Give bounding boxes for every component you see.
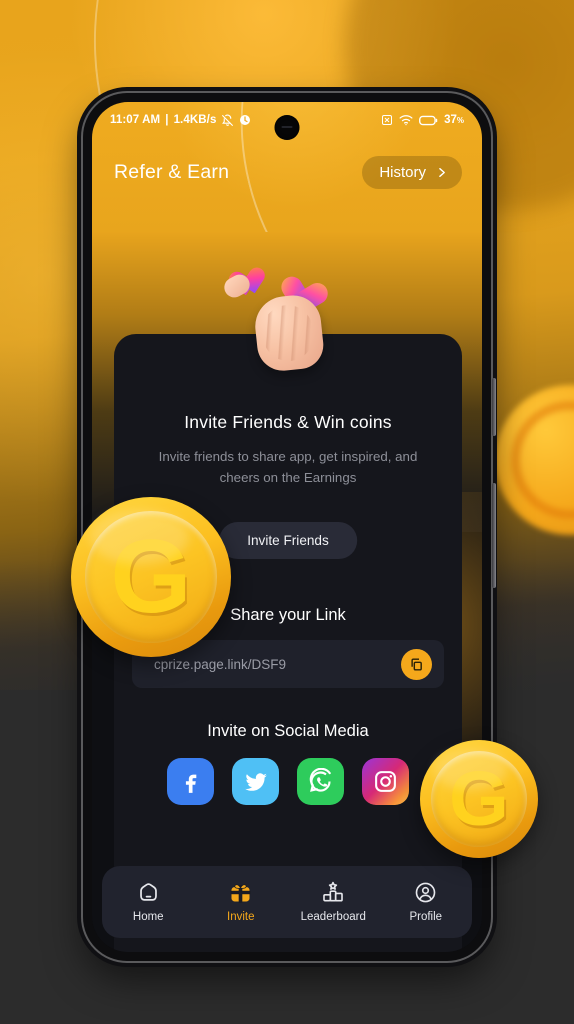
wifi-icon xyxy=(399,114,413,126)
social-buttons-row xyxy=(114,758,462,805)
coin-gloss xyxy=(90,509,190,565)
bottom-navigation-bar: Home Invite Leaderboard Profile xyxy=(102,866,472,938)
card-title: Invite Friends & Win coins xyxy=(184,412,392,432)
chevron-right-icon xyxy=(435,165,448,180)
phone-volume-button[interactable] xyxy=(492,483,496,588)
facebook-share-button[interactable] xyxy=(167,758,214,805)
instagram-share-button[interactable] xyxy=(362,758,409,805)
status-bar-right: 37% xyxy=(381,114,464,126)
nav-item-home[interactable]: Home xyxy=(107,881,189,923)
status-bar-left: 11:07 AM | 1.4KB/s xyxy=(110,114,251,127)
battery-icon xyxy=(419,115,438,126)
nav-label-invite: Invite xyxy=(227,911,255,923)
gift-icon xyxy=(229,881,252,904)
alarm-badge-icon xyxy=(239,114,251,126)
invite-friends-button[interactable]: Invite Friends xyxy=(219,522,357,559)
card-subtitle: Invite friends to share app, get inspire… xyxy=(158,449,418,485)
history-button-label: History xyxy=(379,164,426,181)
page-title: Refer & Earn xyxy=(114,161,230,183)
home-icon xyxy=(137,881,160,904)
status-network-speed: 1.4KB/s xyxy=(173,114,217,126)
bell-muted-icon xyxy=(221,114,234,127)
copy-icon xyxy=(409,657,424,672)
battery-percentage: 37% xyxy=(444,114,464,126)
instagram-icon xyxy=(373,769,398,794)
coin-gloss xyxy=(434,749,508,790)
nav-item-profile[interactable]: Profile xyxy=(385,881,467,923)
status-bar: 11:07 AM | 1.4KB/s 37% xyxy=(92,102,482,140)
twitter-icon xyxy=(243,769,269,795)
coin-graphic-right: G xyxy=(420,740,538,858)
nav-label-profile: Profile xyxy=(409,911,443,923)
social-media-title: Invite on Social Media xyxy=(207,722,369,740)
front-camera-punch-hole xyxy=(274,115,300,140)
nav-label-leaderboard: Leaderboard xyxy=(300,911,366,923)
status-time: 11:07 AM xyxy=(110,114,161,126)
phone-power-button[interactable] xyxy=(492,378,496,436)
nav-item-leaderboard[interactable]: Leaderboard xyxy=(292,881,374,923)
finger-heart-hand-emoji xyxy=(220,258,348,378)
no-sim-icon xyxy=(381,114,393,126)
twitter-share-button[interactable] xyxy=(232,758,279,805)
person-circle-icon xyxy=(414,881,437,904)
nav-item-invite[interactable]: Invite xyxy=(200,881,282,923)
poster-canvas: 11:07 AM | 1.4KB/s 37% Refer & Earn Hist… xyxy=(0,0,574,1024)
whatsapp-icon xyxy=(307,768,334,795)
whatsapp-share-button[interactable] xyxy=(297,758,344,805)
header-row: Refer & Earn History xyxy=(92,138,482,189)
coin-graphic-left: G xyxy=(71,497,231,657)
app-header: 11:07 AM | 1.4KB/s 37% Refer & Earn Hist… xyxy=(92,102,482,413)
facebook-icon xyxy=(178,769,204,795)
hand-illustration xyxy=(252,292,326,374)
copy-link-button[interactable] xyxy=(401,648,432,680)
history-button[interactable]: History xyxy=(362,156,462,189)
nav-label-home: Home xyxy=(132,911,164,923)
podium-icon xyxy=(321,881,345,904)
status-separator: | xyxy=(165,114,169,126)
referral-link-text: cprize.page.link/DSF9 xyxy=(154,656,287,672)
